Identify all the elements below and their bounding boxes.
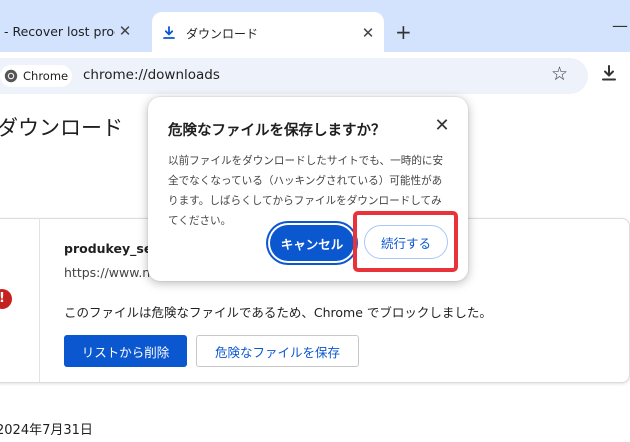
card-divider — [39, 218, 40, 383]
tab-downloads[interactable]: ダウンロード ✕ — [152, 12, 384, 54]
highlight-annotation — [353, 211, 458, 272]
keep-dangerous-file-button[interactable]: 危険なファイルを保存 — [196, 335, 359, 367]
downloads-icon[interactable] — [600, 64, 618, 82]
minimize-icon[interactable]: — — [612, 16, 628, 35]
tab-title: - Recover lost product keys — [4, 23, 115, 39]
tab-strip: - Recover lost product keys ✕ ダウンロード ✕ +… — [0, 0, 630, 54]
chip-label: Chrome — [23, 69, 69, 83]
page-title: ダウンロード — [0, 116, 123, 140]
close-icon[interactable]: ✕ — [115, 21, 135, 41]
close-icon[interactable]: ✕ — [431, 115, 453, 137]
tab-recover-product-keys[interactable]: - Recover lost product keys ✕ — [0, 12, 148, 50]
close-icon[interactable]: ✕ — [358, 23, 378, 43]
address-bar[interactable]: Chrome chrome://downloads ☆ — [0, 58, 588, 94]
download-icon — [163, 26, 175, 39]
bookmark-star-icon[interactable]: ☆ — [551, 63, 568, 85]
new-tab-icon[interactable]: + — [395, 20, 412, 44]
toolbar: Chrome chrome://downloads ☆ — [0, 52, 630, 98]
blocked-message: このファイルは危険なファイルであるため、Chrome でブロックしました。 — [64, 305, 492, 320]
site-chip[interactable]: Chrome — [0, 65, 72, 87]
cancel-button[interactable]: キャンセル — [270, 225, 354, 261]
tab-title: ダウンロード — [186, 26, 259, 41]
date-header: 2024年7月31日 — [0, 423, 93, 438]
remove-from-list-button[interactable]: リストから削除 — [64, 335, 187, 367]
dialog-title: 危険なファイルを保存しますか？ — [168, 123, 386, 139]
chrome-logo-icon — [4, 69, 18, 83]
url-text[interactable]: chrome://downloads — [83, 67, 220, 83]
